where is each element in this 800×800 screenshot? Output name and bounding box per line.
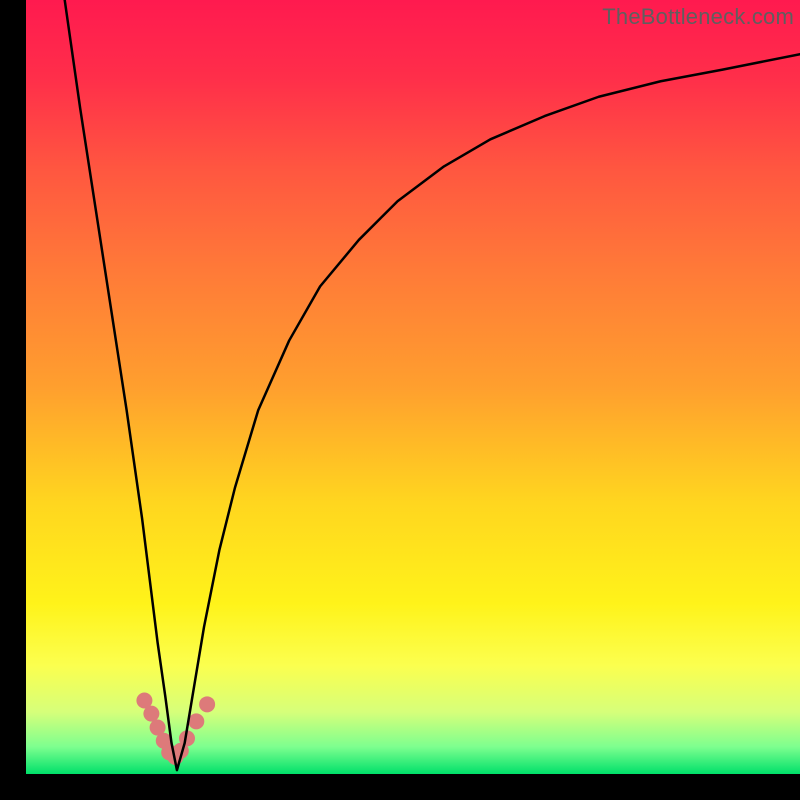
scatter-dot	[143, 706, 159, 722]
scatter-dot	[188, 713, 204, 729]
chart-frame: TheBottleneck.com	[26, 0, 800, 774]
bottleneck-chart	[26, 0, 800, 774]
gradient-background	[26, 0, 800, 774]
scatter-dot	[199, 696, 215, 712]
